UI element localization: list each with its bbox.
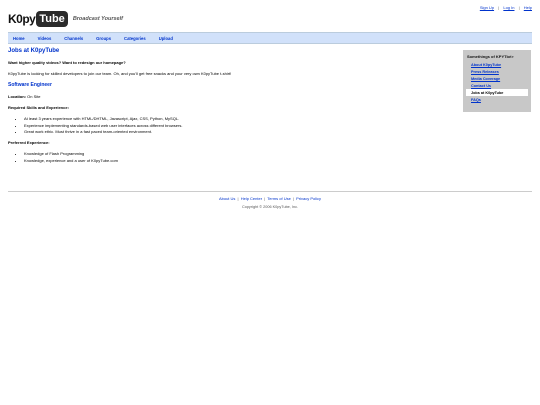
footer-terms[interactable]: Terms of Use bbox=[267, 196, 291, 201]
footer-help-center[interactable]: Help Center bbox=[241, 196, 262, 201]
list-item: Knowledge of Flash Programming bbox=[24, 151, 448, 156]
list-item: Knowledge, experience and a user of K0py… bbox=[24, 158, 448, 163]
location-value: On Site bbox=[27, 94, 41, 99]
separator: | bbox=[518, 5, 520, 10]
footer-links: About Us | Help Center | Terms of Use | … bbox=[0, 196, 540, 201]
nav-groups[interactable]: Groups bbox=[96, 36, 111, 41]
sidebar-item-contact[interactable]: Contact Us bbox=[466, 82, 528, 89]
separator: | bbox=[237, 196, 239, 201]
preferred-list: Knowledge of Flash Programming Knowledge… bbox=[8, 151, 448, 163]
logo-text-left: K0py bbox=[8, 12, 36, 26]
log-in-link[interactable]: Log In bbox=[503, 5, 514, 10]
separator: | bbox=[292, 196, 294, 201]
intro-heading: Want higher quality videos? Want to rede… bbox=[8, 60, 126, 65]
main-content: Jobs at K0pyTube Want higher quality vid… bbox=[8, 48, 448, 169]
sidebar-item-about[interactable]: About K0pyTube bbox=[466, 61, 528, 68]
copyright: Copyright © 2006 K0pyTube, Inc. bbox=[241, 205, 299, 209]
list-item: Great work ethic. Must thrive in a fast … bbox=[24, 129, 448, 134]
nav-categories[interactable]: Categories bbox=[124, 36, 146, 41]
logo[interactable]: K0py Tube Broadcast Yourself bbox=[8, 11, 123, 27]
sidebar-item-press[interactable]: Press Releases bbox=[466, 68, 528, 75]
list-item: At least 3 years experience with HTML/DH… bbox=[24, 116, 448, 121]
intro-text: K0pyTube is looking for skilled develope… bbox=[8, 71, 232, 76]
sidebar-item-jobs[interactable]: Jobs at K0pyTube bbox=[466, 89, 528, 96]
nav-channels[interactable]: Channels bbox=[64, 36, 83, 41]
required-list: At least 3 years experience with HTML/DH… bbox=[8, 116, 448, 134]
job-title: Software Engineer bbox=[8, 82, 52, 88]
logo-text-right: Tube bbox=[36, 11, 68, 27]
separator: | bbox=[498, 5, 500, 10]
sidebar-item-faqs[interactable]: FAQs bbox=[466, 96, 528, 103]
sidebar-title: Somethings of KPYTbé> bbox=[467, 54, 514, 59]
footer-privacy[interactable]: Privacy Policy bbox=[296, 196, 321, 201]
footer-divider bbox=[8, 191, 532, 192]
preferred-heading: Preferred Experience: bbox=[8, 140, 50, 145]
sign-up-link[interactable]: Sign Up bbox=[480, 5, 494, 10]
sidebar-item-media[interactable]: Media Coverage bbox=[466, 75, 528, 82]
help-link[interactable]: Help bbox=[524, 5, 532, 10]
page-title: Jobs at K0pyTube bbox=[8, 48, 60, 54]
list-item: Experience implementing standards-based … bbox=[24, 123, 448, 128]
tagline: Broadcast Yourself bbox=[72, 16, 123, 22]
footer-about-us[interactable]: About Us bbox=[219, 196, 235, 201]
sidebar: Somethings of KPYTbé> About K0pyTube Pre… bbox=[463, 50, 531, 112]
required-heading: Required Skills and Experience: bbox=[8, 105, 69, 110]
main-nav: Home Videos Channels Groups Categories U… bbox=[8, 32, 532, 44]
nav-home[interactable]: Home bbox=[13, 36, 25, 41]
nav-videos[interactable]: Videos bbox=[38, 36, 52, 41]
separator: | bbox=[264, 196, 266, 201]
nav-upload[interactable]: Upload bbox=[159, 36, 173, 41]
location-label: Location: bbox=[8, 94, 26, 99]
top-links: Sign Up | Log In | Help bbox=[480, 5, 532, 10]
location: Location: On Site bbox=[8, 94, 448, 99]
